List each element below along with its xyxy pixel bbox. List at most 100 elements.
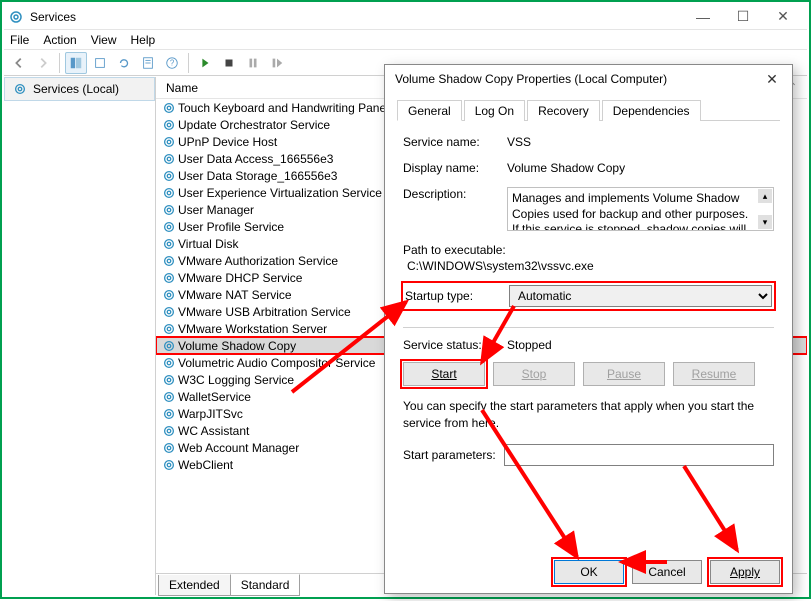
gear-icon: [162, 322, 176, 336]
gear-icon: [162, 288, 176, 302]
dialog-close-button[interactable]: ✕: [762, 71, 782, 88]
service-status-label: Service status:: [403, 338, 507, 352]
export-button[interactable]: [89, 52, 111, 74]
back-button[interactable]: [8, 52, 30, 74]
dialog-title: Volume Shadow Copy Properties (Local Com…: [395, 72, 762, 86]
startup-type-select[interactable]: Automatic: [509, 285, 772, 307]
gear-icon: [162, 186, 176, 200]
left-panel: Services (Local): [4, 77, 156, 595]
titlebar: Services — ☐ ✕: [4, 4, 807, 30]
gear-icon: [162, 458, 176, 472]
menu-view[interactable]: View: [91, 33, 117, 47]
apply-button[interactable]: Apply: [710, 560, 780, 584]
display-name-value: Volume Shadow Copy: [507, 161, 774, 175]
gear-icon: [162, 424, 176, 438]
gear-icon: [162, 203, 176, 217]
list-item-label: Volume Shadow Copy: [178, 339, 296, 353]
list-item-label: User Profile Service: [178, 220, 284, 234]
minimize-button[interactable]: —: [683, 5, 723, 29]
list-item-label: VMware DHCP Service: [178, 271, 302, 285]
scroll-down-icon[interactable]: ▾: [758, 215, 772, 229]
tab-general[interactable]: General: [397, 100, 462, 121]
stop-button-dlg: Stop: [493, 362, 575, 386]
list-item-label: User Data Storage_166556e3: [178, 169, 337, 183]
help-button[interactable]: ?: [161, 52, 183, 74]
gear-icon: [162, 271, 176, 285]
ok-button[interactable]: OK: [554, 560, 624, 584]
startup-type-label: Startup type:: [405, 289, 509, 303]
list-item-label: User Manager: [178, 203, 254, 217]
path-label: Path to executable:: [403, 243, 774, 257]
services-icon: [8, 9, 24, 25]
gear-icon: [162, 339, 176, 353]
menu-action[interactable]: Action: [43, 33, 76, 47]
restart-button[interactable]: [266, 52, 288, 74]
menu-help[interactable]: Help: [131, 33, 156, 47]
tab-recovery[interactable]: Recovery: [527, 100, 600, 121]
list-item-label: User Experience Virtualization Service: [178, 186, 382, 200]
gear-icon: [162, 135, 176, 149]
left-panel-item-label: Services (Local): [33, 82, 119, 96]
stop-button[interactable]: [218, 52, 240, 74]
start-parameters-input[interactable]: [504, 444, 774, 466]
list-item-label: VMware USB Arbitration Service: [178, 305, 351, 319]
display-name-label: Display name:: [403, 161, 507, 175]
list-item-label: Volumetric Audio Compositor Service: [178, 356, 375, 370]
list-item-label: WarpJITSvc: [178, 407, 243, 421]
gear-icon: [162, 441, 176, 455]
dialog-tabs: General Log On Recovery Dependencies: [397, 99, 780, 121]
menubar: File Action View Help: [4, 30, 807, 50]
tab-dependencies[interactable]: Dependencies: [602, 100, 701, 121]
list-item-label: UPnP Device Host: [178, 135, 277, 149]
description-text: Manages and implements Volume Shadow Cop…: [512, 191, 748, 231]
list-item-label: WalletService: [178, 390, 251, 404]
gear-icon: [162, 373, 176, 387]
gear-icon: [162, 220, 176, 234]
list-item-label: Update Orchestrator Service: [178, 118, 330, 132]
service-name-value: VSS: [507, 135, 774, 149]
forward-button[interactable]: [32, 52, 54, 74]
pause-button-dlg: Pause: [583, 362, 665, 386]
list-item-label: VMware Workstation Server: [178, 322, 327, 336]
gear-icon: [162, 254, 176, 268]
tab-extended[interactable]: Extended: [158, 575, 231, 596]
close-button[interactable]: ✕: [763, 5, 803, 29]
start-parameters-label: Start parameters:: [403, 448, 496, 462]
svg-text:?: ?: [170, 58, 175, 67]
gear-icon: [162, 356, 176, 370]
description-box[interactable]: Manages and implements Volume Shadow Cop…: [507, 187, 774, 231]
left-panel-item-services-local[interactable]: Services (Local): [4, 77, 155, 101]
properties-button[interactable]: [137, 52, 159, 74]
list-item-label: VMware Authorization Service: [178, 254, 338, 268]
play-button[interactable]: [194, 52, 216, 74]
start-button[interactable]: Start: [403, 362, 485, 386]
divider: [403, 327, 774, 328]
list-item-label: W3C Logging Service: [178, 373, 294, 387]
gear-icon: [162, 152, 176, 166]
service-name-label: Service name:: [403, 135, 507, 149]
refresh-button[interactable]: [113, 52, 135, 74]
cancel-button[interactable]: Cancel: [632, 560, 702, 584]
gear-icon: [162, 305, 176, 319]
dialog-titlebar: Volume Shadow Copy Properties (Local Com…: [385, 65, 792, 93]
gear-icon: [162, 169, 176, 183]
show-hide-tree-button[interactable]: [65, 52, 87, 74]
scroll-up-icon[interactable]: ▴: [758, 189, 772, 203]
description-label: Description:: [403, 187, 507, 231]
tab-standard[interactable]: Standard: [230, 574, 301, 596]
maximize-button[interactable]: ☐: [723, 5, 763, 29]
list-item-label: User Data Access_166556e3: [178, 152, 333, 166]
gear-icon: [162, 237, 176, 251]
window-title: Services: [30, 10, 683, 24]
pause-button[interactable]: [242, 52, 264, 74]
gear-icon: [162, 101, 176, 115]
list-item-label: WC Assistant: [178, 424, 249, 438]
gear-icon: [13, 82, 27, 96]
menu-file[interactable]: File: [10, 33, 29, 47]
service-status-value: Stopped: [507, 338, 552, 352]
tab-logon[interactable]: Log On: [464, 100, 525, 121]
gear-icon: [162, 390, 176, 404]
help-text: You can specify the start parameters tha…: [403, 398, 774, 432]
gear-icon: [162, 407, 176, 421]
list-item-label: VMware NAT Service: [178, 288, 292, 302]
